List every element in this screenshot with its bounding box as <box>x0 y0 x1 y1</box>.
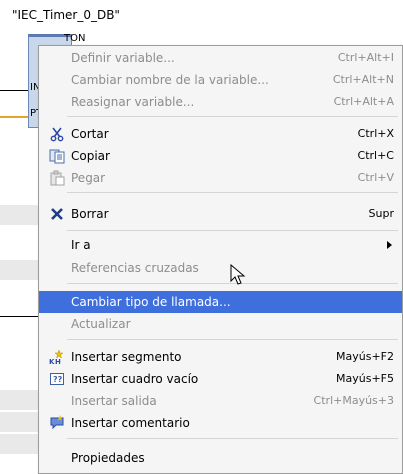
menu-item-label: Copiar <box>71 149 110 163</box>
menu-item-label: Propiedades <box>71 451 145 465</box>
network-stripe <box>0 260 38 280</box>
menu-item-ir-a[interactable]: Ir a <box>39 234 402 256</box>
menu-item-shortcut: Mayús+F2 <box>336 350 394 363</box>
menu-item-shortcut: Ctrl+Alt+A <box>333 95 394 108</box>
menu-item-label: Cambiar tipo de llamada... <box>71 295 231 309</box>
menu-item-shortcut: Ctrl+X <box>357 127 394 140</box>
menu-item-label: Pegar <box>71 171 106 185</box>
pt-wire <box>0 116 28 118</box>
menu-item-actualizar[interactable]: Actualizar <box>39 313 402 335</box>
insert-comment-icon <box>50 415 64 430</box>
menu-item-cambiar-nombre[interactable]: Cambiar nombre de la variable... Ctrl+Al… <box>39 69 402 91</box>
menu-item-cambiar-tipo-llamada[interactable]: Cambiar tipo de llamada... <box>39 291 402 313</box>
menu-item-reasignar-variable[interactable]: Reasignar variable... Ctrl+Alt+A <box>39 91 402 113</box>
menu-item-shortcut: Ctrl+Alt+N <box>332 73 394 86</box>
menu-item-definir-variable[interactable]: Definir variable... Ctrl+Alt+I <box>39 47 402 69</box>
svg-text:??: ?? <box>53 375 63 384</box>
menu-separator <box>67 230 398 231</box>
menu-item-shortcut: Ctrl+Alt+I <box>337 51 394 64</box>
menu-separator <box>67 339 398 340</box>
menu-item-shortcut: Ctrl+V <box>357 171 394 184</box>
network-stripe <box>0 434 38 454</box>
menu-item-shortcut: Supr <box>368 207 394 220</box>
menu-item-propiedades[interactable]: Propiedades <box>39 447 402 469</box>
network-stripe <box>0 205 38 225</box>
block-type-label: TON <box>64 33 86 44</box>
menu-item-label: Insertar cuadro vacío <box>71 372 199 386</box>
copy-icon <box>49 149 65 164</box>
menu-separator <box>67 116 398 117</box>
menu-item-shortcut: Ctrl+C <box>357 149 394 162</box>
menu-item-insertar-salida[interactable]: Insertar salida Ctrl+Mayús+3 <box>39 390 402 412</box>
menu-item-label: Referencias cruzadas <box>71 261 199 275</box>
menu-item-label: Insertar salida <box>71 394 157 408</box>
insert-network-icon: K H <box>49 349 64 365</box>
menu-item-label: Ir a <box>71 238 91 252</box>
connection-wire <box>0 90 28 91</box>
menu-item-insertar-cuadro-vacio[interactable]: ?? Insertar cuadro vacío Mayús+F5 <box>39 368 402 390</box>
menu-item-shortcut: Mayús+F5 <box>336 372 394 385</box>
empty-box-icon: ?? <box>50 373 64 385</box>
menu-item-label: Insertar comentario <box>71 416 190 430</box>
menu-item-label: Cortar <box>71 127 109 141</box>
menu-item-label: Cambiar nombre de la variable... <box>71 73 269 87</box>
menu-item-referencias-cruzadas[interactable]: Referencias cruzadas <box>39 257 402 279</box>
menu-item-shortcut: Ctrl+Mayús+3 <box>313 394 394 407</box>
network-stripe <box>0 390 38 410</box>
scissors-icon <box>50 127 64 142</box>
submenu-arrow-icon <box>387 241 392 249</box>
menu-item-pegar[interactable]: Pegar Ctrl+V <box>39 167 402 189</box>
network-stripe <box>0 412 38 432</box>
menu-separator <box>67 192 398 193</box>
context-menu: Definir variable... Ctrl+Alt+I Cambiar n… <box>38 45 403 474</box>
instance-db-label: "IEC_Timer_0_DB" <box>12 8 120 22</box>
delete-x-icon <box>51 208 63 220</box>
menu-item-borrar[interactable]: Borrar Supr <box>39 203 402 225</box>
menu-item-label: Insertar segmento <box>71 350 182 364</box>
menu-item-label: Definir variable... <box>71 51 175 65</box>
svg-text:H: H <box>55 358 61 365</box>
menu-item-insertar-segmento[interactable]: K H Insertar segmento Mayús+F2 <box>39 346 402 368</box>
menu-item-cortar[interactable]: Cortar Ctrl+X <box>39 123 402 145</box>
network-wire <box>0 316 38 317</box>
menu-item-copiar[interactable]: Copiar Ctrl+C <box>39 145 402 167</box>
menu-separator <box>67 438 398 439</box>
menu-item-insertar-comentario[interactable]: Insertar comentario <box>39 412 402 434</box>
mouse-cursor-icon <box>230 264 246 285</box>
paste-icon <box>50 170 65 186</box>
menu-item-label: Borrar <box>71 207 109 221</box>
menu-item-label: Actualizar <box>71 317 131 331</box>
menu-item-label: Reasignar variable... <box>71 95 195 109</box>
